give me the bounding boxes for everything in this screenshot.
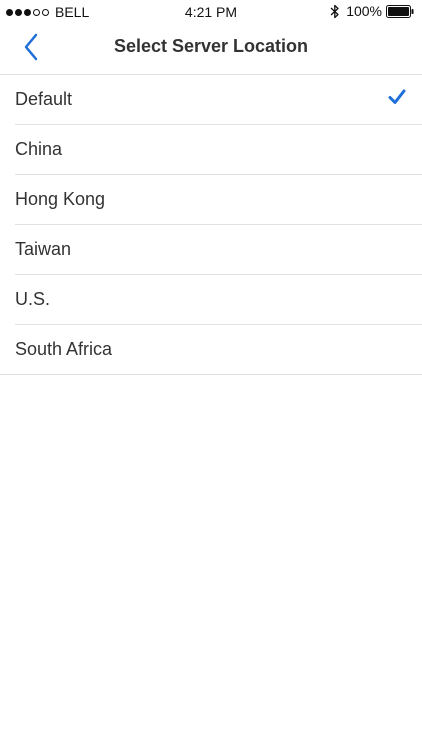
navigation-bar: Select Server Location <box>0 24 422 75</box>
list-item-label: Default <box>15 89 73 109</box>
page-title: Select Server Location <box>113 36 309 56</box>
list-item-us[interactable]: U.S. <box>15 275 422 325</box>
status-right: 100% <box>330 3 414 19</box>
battery-percent: 100% <box>346 3 382 19</box>
list-item-taiwan[interactable]: Taiwan <box>15 225 422 275</box>
list-item-label: Hong Kong <box>15 189 106 209</box>
checkmark-icon <box>388 89 406 105</box>
list-item-label: Taiwan <box>15 239 72 259</box>
list-item-label: China <box>15 139 63 159</box>
battery-full-icon <box>386 4 414 18</box>
status-bar: BELL 4:21 PM 100% <box>0 0 422 24</box>
list-item-label: U.S. <box>15 289 51 309</box>
list-item-south-africa[interactable]: South Africa <box>0 325 422 375</box>
list-item-default[interactable]: Default <box>15 75 422 125</box>
bluetooth-icon <box>330 4 340 19</box>
list-item-hong-kong[interactable]: Hong Kong <box>15 175 422 225</box>
list-item-label: South Africa <box>15 339 113 359</box>
server-location-list: Default China Hong Kong Taiwan U.S. Sout… <box>0 75 422 375</box>
list-item-china[interactable]: China <box>15 125 422 175</box>
